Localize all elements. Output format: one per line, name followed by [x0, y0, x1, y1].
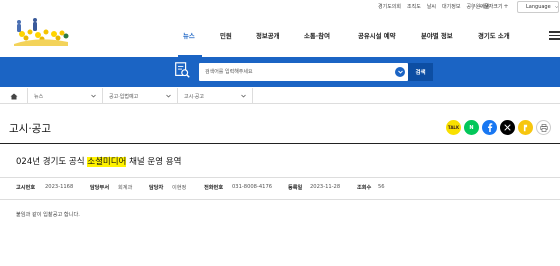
kakaostory-icon	[523, 124, 528, 131]
search-button[interactable]: 검색	[408, 63, 433, 81]
font-decrease-button[interactable]: −	[478, 3, 483, 10]
utility-bar: 경기도의회 조직도 날씨 대기정보 공무원메일 − 글자크기 + Languag…	[0, 0, 560, 16]
breadcrumb-item-news[interactable]: 뉴스	[28, 88, 103, 104]
kakaotalk-share-button[interactable]: TALK	[446, 120, 461, 135]
share-buttons: TALK N	[446, 120, 551, 135]
search-box	[199, 63, 408, 81]
chevron-down-icon	[241, 94, 246, 98]
chevron-down-icon	[397, 70, 403, 74]
person-label: 담당자	[149, 185, 164, 191]
naver-share-button[interactable]: N	[464, 120, 479, 135]
nav-item-info-disclosure[interactable]: 정보공개	[256, 31, 280, 40]
search-option-dropdown[interactable]	[395, 67, 405, 77]
facebook-share-button[interactable]	[482, 120, 497, 135]
breadcrumb-label: 고시·공고	[184, 93, 204, 100]
font-increase-button[interactable]: +	[503, 3, 508, 10]
page-title: 고시·공고	[9, 123, 51, 135]
department-label: 담당부서	[90, 185, 110, 191]
home-button[interactable]	[0, 88, 28, 104]
breadcrumb-item-notices[interactable]: 공고·입법예고	[103, 88, 178, 104]
main-navigation: 뉴스 민원 정보공개 소통·참여 공유시설 예약 분야별 정보 경기도 소개	[0, 31, 560, 43]
nav-item-field-info[interactable]: 분야별 정보	[421, 31, 453, 40]
chevron-down-icon	[91, 94, 96, 98]
meta-divider-bottom	[0, 199, 560, 200]
notice-number-label: 고시번호	[16, 185, 36, 191]
phone-value: 031-8008-4176	[232, 184, 273, 190]
kakaostory-share-button[interactable]	[518, 120, 533, 135]
utility-link-council[interactable]: 경기도의회	[378, 3, 401, 10]
breadcrumb: 뉴스 공고·입법예고 고시·공고	[0, 88, 560, 104]
person-value: 이현정	[172, 185, 187, 191]
registered-date-label: 등록일	[288, 185, 303, 191]
kakaotalk-icon: TALK	[447, 125, 460, 130]
x-icon	[504, 124, 511, 131]
home-icon	[10, 93, 17, 99]
nav-item-civil-service[interactable]: 민원	[220, 31, 232, 40]
header: 뉴스 민원 정보공개 소통·참여 공유시설 예약 분야별 정보 경기도 소개	[0, 16, 560, 57]
nav-item-news[interactable]: 뉴스	[183, 31, 195, 40]
language-select[interactable]: Language	[517, 1, 559, 13]
notice-number-value: 2023-1168	[45, 184, 74, 190]
search-input[interactable]	[205, 63, 385, 81]
search-band: 검색	[0, 57, 560, 87]
breadcrumb-item-announcements[interactable]: 고시·공고	[178, 88, 253, 104]
nav-item-about[interactable]: 경기도 소개	[478, 31, 510, 40]
title-divider	[0, 143, 560, 144]
views-label: 조회수	[357, 185, 372, 191]
article-title-suffix: 채널 운영 용역	[126, 157, 182, 167]
article-body: 붙임과 같이 입찰공고 합니다.	[16, 212, 80, 218]
language-label: Language	[526, 4, 551, 10]
meta-divider	[0, 177, 560, 178]
phone-label: 전화번호	[204, 185, 224, 191]
utility-link-org-chart[interactable]: 조직도	[407, 3, 421, 10]
utility-link-air-quality[interactable]: 대기정보	[442, 3, 460, 10]
nav-item-facility-booking[interactable]: 공유시설 예약	[358, 31, 396, 40]
article-title-highlight: 소셜미디어	[87, 157, 127, 167]
naver-icon: N	[469, 124, 474, 131]
menu-icon[interactable]	[549, 31, 560, 40]
views-value: 56	[378, 184, 385, 190]
registered-date-value: 2023-11-28	[310, 184, 341, 190]
utility-link-weather[interactable]: 날씨	[427, 3, 436, 10]
print-icon	[539, 123, 548, 132]
chevron-down-icon	[166, 94, 171, 98]
article-title-prefix: 024년 경기도 공식	[16, 157, 88, 167]
print-button[interactable]	[536, 120, 551, 135]
facebook-icon	[487, 123, 492, 132]
search-document-icon	[175, 62, 190, 78]
x-share-button[interactable]	[500, 120, 515, 135]
nav-item-communication[interactable]: 소통·참여	[304, 31, 330, 40]
chevron-down-icon	[554, 6, 558, 9]
font-size-label: 글자크기	[484, 4, 503, 10]
divider	[472, 3, 473, 10]
font-size-control: − 글자크기 +	[478, 3, 508, 10]
breadcrumb-label: 뉴스	[34, 93, 44, 100]
breadcrumb-label: 공고·입법예고	[109, 93, 139, 100]
article-title: 024년 경기도 공식 소셜미디어 채널 운영 용역	[16, 155, 181, 167]
department-value: 회계과	[118, 185, 133, 191]
